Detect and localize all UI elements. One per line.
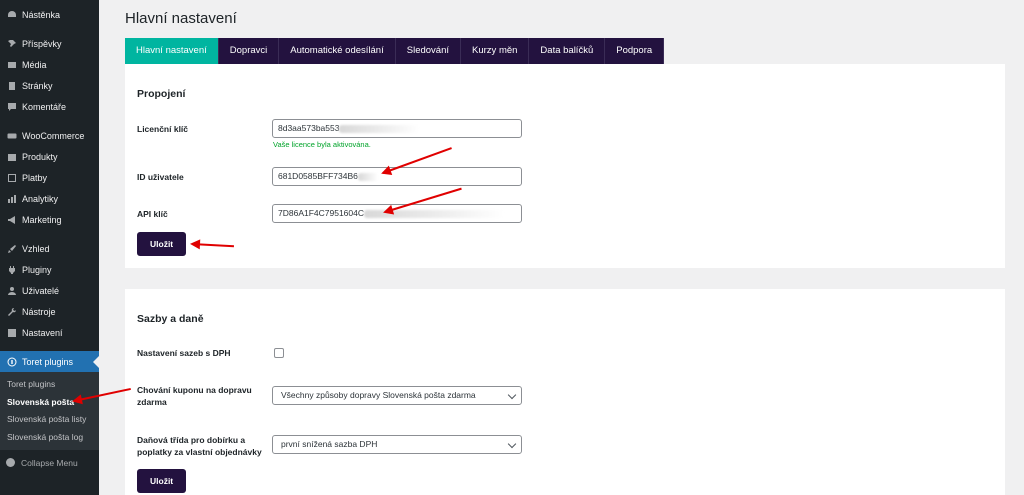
save-button[interactable]: Uložit <box>137 469 187 493</box>
settings-icon <box>6 327 17 338</box>
sidebar-item-label: Produkty <box>22 151 58 162</box>
settings-tabs: Hlavní nastavení Dopravci Automatické od… <box>125 38 665 64</box>
tab-package-data[interactable]: Data balíčků <box>529 38 606 64</box>
sidebar-item-label: Toret plugins <box>22 356 74 367</box>
sidebar-item-analytics[interactable]: Analytiky <box>0 188 99 209</box>
coupon-selected-value: Všechny způsoby dopravy Slovenská pošta … <box>281 390 476 400</box>
sidebar-item-users[interactable]: Uživatelé <box>0 280 99 301</box>
page-title: Hlavní nastavení <box>125 10 237 27</box>
dashboard-icon <box>6 9 17 20</box>
sidebar-item-label: Příspěvky <box>22 38 62 49</box>
sidebar-item-tools[interactable]: Nástroje <box>0 301 99 322</box>
coupon-label: Chování kuponu na dopravu zdarma <box>137 385 252 407</box>
pages-icon <box>6 80 17 91</box>
tax-class-select[interactable]: první snížená sazba DPH <box>272 435 522 454</box>
submenu-slovenska-posta-log[interactable]: Slovenská pošta log <box>0 429 99 447</box>
collapse-icon <box>6 458 15 467</box>
sidebar-item-label: Analytiky <box>22 193 59 204</box>
brush-icon <box>6 243 17 254</box>
users-icon <box>6 285 17 296</box>
collapse-menu-button[interactable]: Collapse Menu <box>0 452 99 473</box>
sidebar-item-label: Nastavení <box>22 327 63 338</box>
chevron-down-icon <box>507 390 517 400</box>
megaphone-icon <box>6 214 17 225</box>
tax-class-selected-value: první snížená sazba DPH <box>281 439 378 449</box>
sidebar-item-label: Vzhled <box>22 243 50 254</box>
sidebar-item-woocommerce[interactable]: WooCommerce <box>0 125 99 146</box>
sidebar-item-marketing[interactable]: Marketing <box>0 209 99 230</box>
license-key-input[interactable]: 8d3aa573ba553 <box>272 119 522 138</box>
chevron-down-icon <box>507 439 517 449</box>
sidebar-item-comments[interactable]: Komentáře <box>0 96 99 117</box>
payments-icon <box>6 172 17 183</box>
tab-support[interactable]: Podpora <box>605 38 665 64</box>
vat-checkbox[interactable] <box>274 348 284 358</box>
sidebar-item-label: Komentáře <box>22 101 67 112</box>
sidebar-item-appearance[interactable]: Vzhled <box>0 238 99 259</box>
vat-label: Nastavení sazeb s DPH <box>137 348 231 358</box>
admin-sidebar: Nástěnka Příspěvky Média Stránky Komentá… <box>0 0 99 495</box>
sidebar-item-label: Pluginy <box>22 264 52 275</box>
sidebar-item-dashboard[interactable]: Nástěnka <box>0 4 99 25</box>
license-label: Licenční klíč <box>137 124 189 134</box>
submenu-toret-plugins[interactable]: Toret plugins <box>0 376 99 394</box>
sidebar-item-label: Média <box>22 59 47 70</box>
user-id-input[interactable]: 681D0585BFF734B6 <box>272 167 522 186</box>
tab-auto-send[interactable]: Automatické odesílání <box>279 38 396 64</box>
sidebar-item-payments[interactable]: Platby <box>0 167 99 188</box>
sidebar-item-media[interactable]: Média <box>0 54 99 75</box>
comments-icon <box>6 101 17 112</box>
submenu-slovenska-posta[interactable]: Slovenská pošta <box>0 394 99 412</box>
coupon-select[interactable]: Všechny způsoby dopravy Slovenská pošta … <box>272 386 522 405</box>
sidebar-item-label: Nástěnka <box>22 9 61 20</box>
pin-icon <box>6 38 17 49</box>
rates-card: Sazby a daně Nastavení sazeb s DPH Chová… <box>125 289 1005 495</box>
sidebar-item-label: Stránky <box>22 80 53 91</box>
collapse-label: Collapse Menu <box>21 457 78 468</box>
sidebar-item-label: Uživatelé <box>22 285 60 296</box>
redaction-blur <box>339 124 420 133</box>
connection-card: Propojení Licenční klíč 8d3aa573ba553 Va… <box>125 64 1005 268</box>
sidebar-item-toret-plugins[interactable]: Toret plugins <box>0 351 99 372</box>
sidebar-item-label: Nástroje <box>22 306 56 317</box>
section-heading: Propojení <box>137 88 186 100</box>
toret-submenu: Toret plugins Slovenská pošta Slovenská … <box>0 372 99 450</box>
tax-class-label: Daňová třída pro dobírku a poplatky za v… <box>137 435 262 457</box>
plug-icon <box>6 264 17 275</box>
user-id-label: ID uživatele <box>137 172 184 182</box>
sidebar-item-settings[interactable]: Nastavení <box>0 322 99 343</box>
sidebar-item-label: Marketing <box>22 214 62 225</box>
sidebar-item-pages[interactable]: Stránky <box>0 75 99 96</box>
save-button[interactable]: Uložit <box>137 232 187 256</box>
woocommerce-icon <box>6 130 17 141</box>
sidebar-item-label: Platby <box>22 172 48 183</box>
api-key-value: 7D86A1F4C7951604C <box>278 208 365 218</box>
tab-currency-rates[interactable]: Kurzy měn <box>461 38 530 64</box>
tab-main-settings[interactable]: Hlavní nastavení <box>125 38 219 64</box>
media-icon <box>6 59 17 70</box>
products-icon <box>6 151 17 162</box>
license-hint: Vaše licence byla aktivována. <box>273 140 371 149</box>
toret-icon <box>6 356 17 367</box>
submenu-slovenska-posta-listy[interactable]: Slovenská pošta listy <box>0 411 99 429</box>
sidebar-item-plugins[interactable]: Pluginy <box>0 259 99 280</box>
wrench-icon <box>6 306 17 317</box>
sidebar-item-posts[interactable]: Příspěvky <box>0 33 99 54</box>
api-key-label: API klíč <box>137 209 168 219</box>
tab-tracking[interactable]: Sledování <box>395 38 462 64</box>
sidebar-item-label: WooCommerce <box>22 130 85 141</box>
user-id-value: 681D0585BFF734B6 <box>278 171 358 181</box>
section-heading: Sazby a daně <box>137 313 204 325</box>
analytics-icon <box>6 193 17 204</box>
license-key-value: 8d3aa573ba553 <box>278 123 340 133</box>
redaction-blur <box>357 172 378 181</box>
sidebar-item-products[interactable]: Produkty <box>0 146 99 167</box>
tab-carriers[interactable]: Dopravci <box>218 38 280 64</box>
